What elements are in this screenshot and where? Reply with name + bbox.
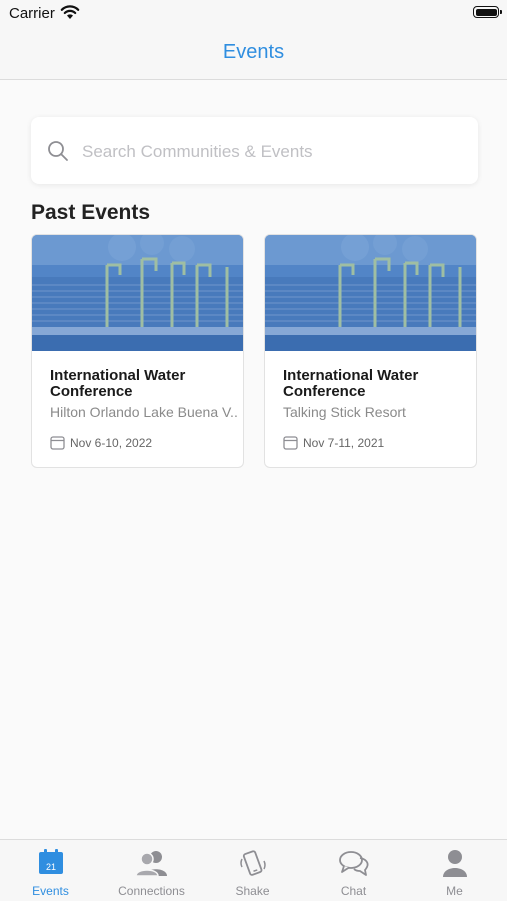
- event-cover-image: [32, 235, 243, 351]
- event-venue: Hilton Orlando Lake Buena V...: [50, 404, 238, 420]
- status-bar: Carrier: [0, 0, 507, 28]
- event-card[interactable]: International Water Conference Hilton Or…: [31, 234, 244, 468]
- past-events-heading: Past Events: [31, 201, 151, 224]
- people-icon: [134, 851, 167, 877]
- calendar-icon: 21: [38, 849, 63, 874]
- event-title: International Water Conference: [283, 367, 419, 400]
- wifi-icon: [60, 4, 80, 25]
- carrier-label: Carrier: [9, 5, 55, 22]
- tab-label: Me: [446, 884, 463, 898]
- tab-shake[interactable]: Shake: [202, 840, 303, 901]
- search-bar[interactable]: [31, 117, 478, 186]
- navigation-bar: Events: [0, 28, 507, 80]
- calendar-icon: [50, 435, 65, 455]
- chat-bubbles-icon: [338, 851, 368, 876]
- phone-shake-icon: [239, 850, 266, 876]
- page-title: Events: [222, 41, 285, 63]
- event-venue: Talking Stick Resort: [283, 404, 406, 420]
- tab-bar: 21 Events Connections Shake Chat Me: [0, 839, 507, 901]
- event-title: International Water Conference: [50, 367, 186, 400]
- calendar-day-label: 21: [45, 862, 55, 872]
- search-input[interactable]: [80, 117, 466, 186]
- battery-icon: [473, 6, 502, 18]
- event-date: Nov 7-11, 2021: [303, 436, 385, 450]
- calendar-icon: [283, 435, 298, 455]
- tab-label: Connections: [118, 884, 185, 898]
- tab-connections[interactable]: Connections: [101, 840, 202, 901]
- tab-events[interactable]: 21 Events: [0, 840, 101, 901]
- event-card[interactable]: International Water Conference Talking S…: [264, 234, 477, 468]
- tab-label: Shake: [235, 884, 270, 898]
- event-date: Nov 6-10, 2022: [70, 436, 153, 450]
- tab-label: Events: [32, 884, 69, 898]
- search-icon: [47, 140, 69, 167]
- tab-me[interactable]: Me: [404, 840, 505, 901]
- tab-chat[interactable]: Chat: [303, 840, 404, 901]
- person-icon: [442, 850, 467, 877]
- event-cover-image: [265, 235, 476, 351]
- tab-label: Chat: [340, 884, 367, 898]
